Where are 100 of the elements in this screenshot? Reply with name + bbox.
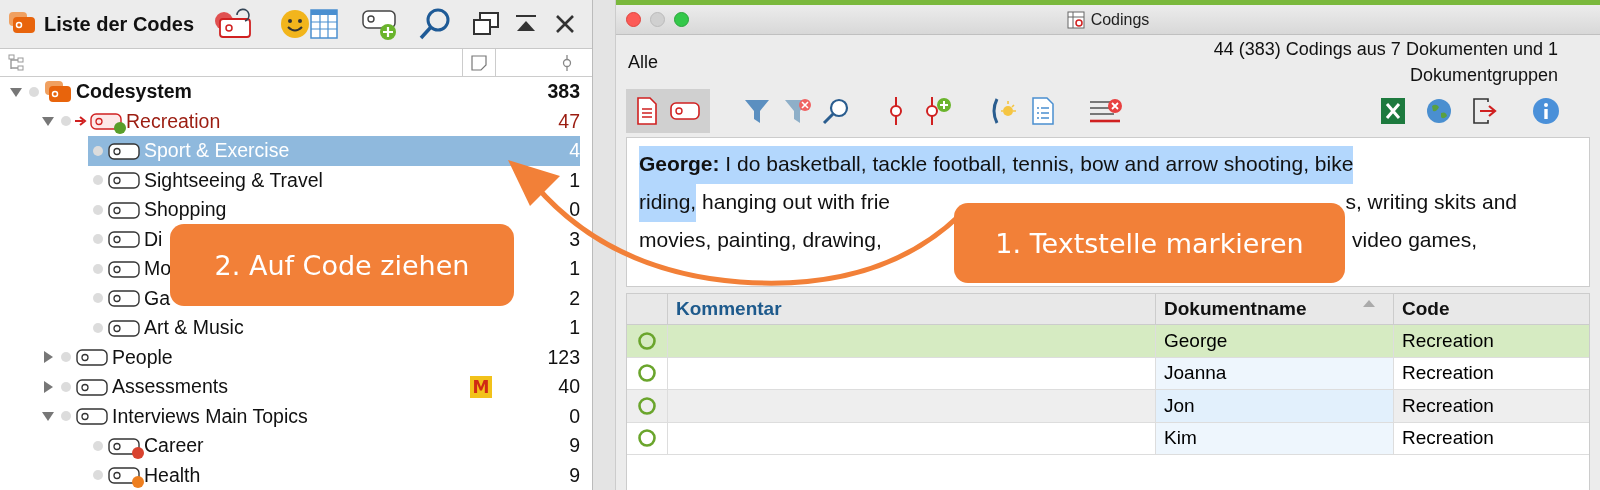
list-document-icon[interactable] <box>1032 97 1054 125</box>
tag-add-icon[interactable] <box>362 7 399 42</box>
spreadsheet-icon[interactable] <box>1380 97 1406 125</box>
highlighted-text: riding, <box>639 184 697 222</box>
code-name[interactable]: Codesystem <box>76 80 192 104</box>
code-count: 47 <box>558 109 580 133</box>
hierarchy-icon[interactable] <box>8 53 24 72</box>
tag-icon <box>76 406 108 427</box>
bulb-stripe-icon[interactable] <box>990 96 1018 126</box>
status-dot-icon <box>92 144 104 157</box>
tag-icon <box>108 317 140 338</box>
status-dot-icon <box>92 233 104 246</box>
tag-icon <box>108 435 140 456</box>
sort-arrow-icon <box>1363 300 1375 307</box>
document-text: video games, <box>1352 227 1477 253</box>
globe-icon[interactable] <box>1426 98 1452 124</box>
tag-icon <box>108 199 140 220</box>
status-dot-icon <box>60 351 72 364</box>
codings-summary: 44 (383) Codings aus 7 Dokumenten und 1 Dokumentgruppen <box>1212 38 1558 87</box>
column-header[interactable]: Code <box>1393 294 1589 324</box>
code-count: 0 <box>569 198 580 222</box>
code-name[interactable]: Recreation <box>126 109 221 133</box>
code-name[interactable]: Art & Music <box>144 316 244 340</box>
table-cell: George <box>1164 329 1228 352</box>
activation-arrow-icon <box>74 115 88 128</box>
document-text: hanging out with frie <box>701 189 890 215</box>
document-text: s, writing skits and <box>1345 189 1517 215</box>
tag-icon <box>108 140 140 161</box>
column-header[interactable]: Dokumentname <box>1155 294 1393 324</box>
filter-icon[interactable] <box>744 97 770 125</box>
code-name[interactable]: Shopping <box>144 198 227 222</box>
code-count: 1 <box>569 168 580 192</box>
status-dot-icon <box>92 174 104 187</box>
folder-tag-icon <box>44 79 72 104</box>
close-window-button[interactable] <box>626 12 641 27</box>
table-cell: Joanna <box>1164 362 1227 385</box>
table-row[interactable]: Kim Recreation <box>627 422 1589 455</box>
info-icon[interactable] <box>1532 97 1560 125</box>
code-count: 3 <box>569 227 580 251</box>
tag-icon <box>108 229 140 250</box>
export-icon[interactable] <box>1472 97 1498 125</box>
code-name[interactable]: Mo <box>144 257 172 281</box>
column-header[interactable]: Kommentar <box>667 294 1155 324</box>
table-cell: Recreation <box>1402 394 1494 417</box>
table-cell: Recreation <box>1402 362 1494 385</box>
code-count: 9 <box>569 434 580 458</box>
table-row[interactable]: George Recreation <box>627 325 1589 358</box>
table-cell: Kim <box>1164 427 1197 450</box>
tag-icon[interactable] <box>670 100 700 122</box>
status-dot-icon <box>92 439 104 452</box>
tag-icon <box>108 170 140 191</box>
code-name[interactable]: Sightseeing & Travel <box>144 168 323 192</box>
table-code-icon <box>1066 10 1085 29</box>
code-name[interactable]: Di <box>144 227 163 251</box>
table-row[interactable]: Joanna Recreation <box>627 357 1589 390</box>
code-count: 383 <box>547 80 580 104</box>
status-dot-icon <box>92 469 104 482</box>
search-icon[interactable] <box>822 97 850 125</box>
status-dot-icon <box>92 321 104 334</box>
code-count: 40 <box>558 375 580 399</box>
instruction-callout: 1. Textstelle markieren <box>954 203 1345 283</box>
filter-remove-icon[interactable] <box>784 97 812 125</box>
circle-icon <box>637 428 657 449</box>
code-name[interactable]: People <box>112 345 173 369</box>
table-cell: Jon <box>1164 394 1195 417</box>
document-text: movies, painting, drawing, <box>639 227 882 253</box>
status-dot-icon <box>60 410 72 423</box>
circle-icon <box>637 330 657 351</box>
code-name[interactable]: Health <box>144 463 201 487</box>
code-name[interactable]: Ga <box>144 286 170 310</box>
circle-icon <box>637 363 657 384</box>
circle-icon <box>637 395 657 416</box>
code-name[interactable]: Career <box>144 434 204 458</box>
tag-icon <box>108 288 140 309</box>
code-count: 123 <box>547 345 580 369</box>
panel-title: Liste der Codes <box>44 12 195 36</box>
smiley-icon[interactable] <box>280 9 311 40</box>
code-count: 0 <box>569 404 580 428</box>
windows-icon[interactable] <box>472 11 500 38</box>
memo-column-icon[interactable] <box>471 54 487 71</box>
status-dot-icon <box>60 380 72 393</box>
highlighted-text: George: I do basketball, tackle football, tennis, bow and arrow shooting, bike <box>639 146 1354 184</box>
instruction-callout: 2. Auf Code ziehen <box>170 224 514 306</box>
tag-icon <box>108 258 140 279</box>
tag-icon <box>90 111 122 132</box>
status-dot-icon <box>28 85 40 98</box>
code-name[interactable]: Assessments <box>112 375 228 399</box>
zoom-window-button[interactable] <box>674 12 689 27</box>
code-name[interactable]: Interviews Main Topics <box>112 404 308 428</box>
coding-add-icon[interactable] <box>924 96 952 126</box>
tag-icon <box>108 465 140 486</box>
code-count: 9 <box>569 463 580 487</box>
status-dot-icon <box>92 203 104 216</box>
coding-stripe-icon[interactable] <box>888 96 904 126</box>
document-icon[interactable] <box>636 97 658 125</box>
code-count: 4 <box>569 139 580 163</box>
filter-label: Alle <box>628 51 658 73</box>
status-dot-icon <box>60 115 72 128</box>
table-row[interactable]: Jon Recreation <box>627 390 1589 423</box>
coding-column-icon[interactable] <box>562 53 572 72</box>
